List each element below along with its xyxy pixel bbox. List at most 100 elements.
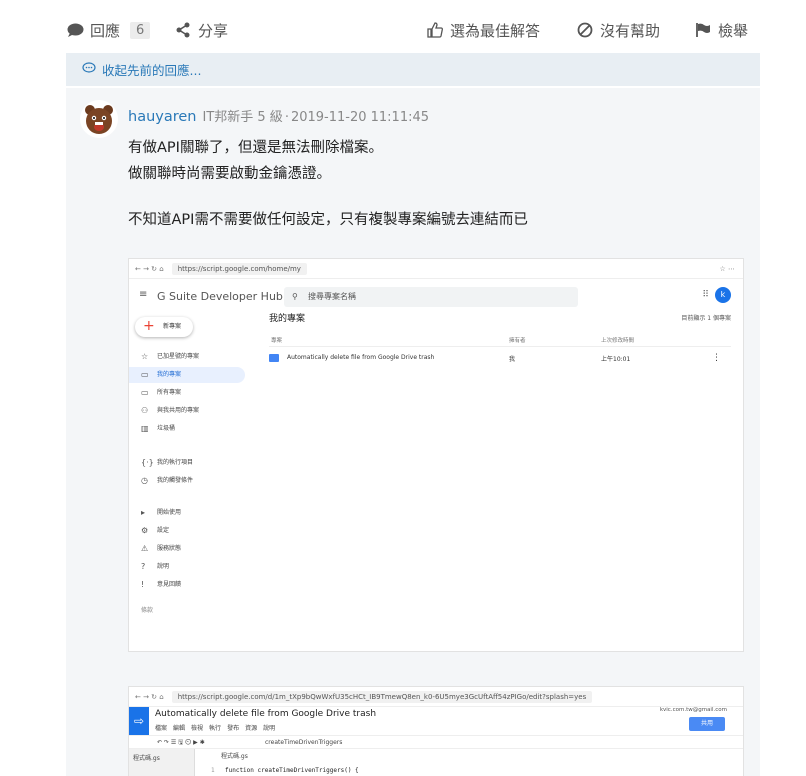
script-file-icon [269,354,279,362]
nav-label: 意見回饋 [157,581,182,588]
browser-nav-icons: ← → ↻ ⌂ [135,264,164,273]
share-button[interactable]: 分享 [174,20,228,41]
reply-button[interactable]: 回應 6 [66,20,151,41]
share-label: 分享 [198,21,229,40]
nav-label: 說明 [157,563,170,570]
nav-label: 設定 [157,527,170,534]
nav-item: ⚠ 服務狀態 [129,541,245,557]
not-helpful-button[interactable]: 沒有幫助 [576,20,660,41]
collapse-previous-replies-link[interactable]: 收起先前的回應... [66,53,760,86]
reply-text-line: 有做API關聯了，但還是無法刪除檔案。 [128,140,383,156]
search-placeholder: 搜尋專案名稱 [308,292,356,301]
more-vert-icon: ⋮ [712,353,721,363]
column-header: 上次修改時間 [601,338,635,344]
screenshot-apps-script-dashboard: ← → ↻ ⌂ https://script.google.com/home/m… [128,258,744,652]
menu-item: 說明 [263,725,276,732]
editor-toolbar: ↶ ↷ ☰ 🖫 ⏲ ▶ ✱ createTimeDrivenTriggers [129,735,743,749]
editor-project-title: Automatically delete file from Google Dr… [155,709,377,719]
clock-icon: ◷ [141,476,148,485]
nav-item: ▸ 開始使用 [129,505,245,521]
nav-item: ? 說明 [129,559,245,575]
apps-grid-icon: ⠿ [702,290,709,300]
username-link[interactable]: hauyaren [128,109,197,125]
column-header: 專案 [271,338,283,344]
browser-menu-icons: ☆ ⋯ [719,264,735,273]
account-email: kvic.com.tw@gmail.com [659,707,727,713]
nav-label: 我的觸發條件 [157,477,194,484]
footer-terms: 條款 [141,607,154,614]
nav-item: ☆ 已加星號的專案 [129,349,245,365]
code-line: function createTimeDrivenTriggers() { [225,767,359,774]
search-icon: ⚲ [292,292,298,301]
browser-toolbar: ← → ↻ ⌂ https://script.google.com/home/m… [129,259,743,279]
nav-item: ⚇ 與我共用的專案 [129,403,245,419]
nav-item-active: ▭ 我的專案 [129,367,245,383]
nav-label: 我的專案 [157,371,182,378]
reply-text-line: 不知道API需不需要做任何設定，只有複製專案編號去連結而已 [128,212,528,228]
speech-bubble-icon [82,62,96,77]
editor-menu-bar: 檔案 編輯 檢視 執行 發布 資源 說明 [155,723,275,732]
table-header: 專案 擁有者 上次修改時間 [269,333,731,347]
nav-label: 已加星號的專案 [157,353,200,360]
main-title: 我的專案 [269,314,306,324]
answer-action-bar: 回應 6 分享 選為最佳解答 沒有幫助 檢舉 [66,16,760,44]
new-project-label: 新專案 [163,323,182,330]
not-helpful-label: 沒有幫助 [600,21,661,40]
feedback-icon: ! [141,580,145,589]
nav-item: {·} 我的執行項目 [129,455,245,471]
nav-item: ◷ 我的觸發條件 [129,473,245,489]
menu-item: 資源 [245,725,258,732]
reply-text-line: 做關聯時尚需要啟動金鑰憑證。 [128,166,331,182]
best-answer-button[interactable]: 選為最佳解答 [426,20,540,41]
project-search-box: ⚲ 搜尋專案名稱 [284,287,578,307]
plus-icon: + [143,318,155,334]
new-project-button: + 新專案 [135,317,193,337]
editor-share-button: 共用 [689,717,725,731]
nav-item: ⚙ 設定 [129,523,245,539]
nav-item: ▥ 垃圾桶 [129,421,245,437]
report-button[interactable]: 檢舉 [694,20,748,41]
browser-toolbar: ← → ↻ ⌂ https://script.google.com/d/1m_t… [129,687,743,707]
project-count-note: 目前顯示 1 個專案 [681,315,731,322]
project-name: Automatically delete file from Google Dr… [287,354,435,361]
screenshot-script-editor: ← → ↻ ⌂ https://script.google.com/d/1m_t… [128,686,744,776]
executions-icon: {·} [141,458,154,467]
reply-meta: hauyaren IT邦新手 5 級 ‧ 2019-11-20 11:11:45 [128,106,429,125]
address-bar: https://script.google.com/home/my [171,262,307,275]
hamburger-icon: ≡ [139,289,148,300]
project-owner: 我 [509,356,516,363]
nav-label: 我的執行項目 [157,459,194,466]
browser-nav-icons: ← → ↻ ⌂ [135,692,164,701]
account-avatar: k [715,287,731,303]
best-answer-label: 選為最佳解答 [450,21,541,40]
editor-tab: 程式碼.gs [221,753,248,760]
folder-icon: ▭ [141,388,149,397]
nav-label: 與我共用的專案 [157,407,200,414]
thumbs-up-icon [426,21,444,39]
folder-icon: ▭ [141,370,149,379]
apps-script-logo-icon: ⇨ [129,707,149,735]
nav-label: 服務狀態 [157,545,182,552]
timestamp: 2019-11-20 11:11:45 [290,110,430,125]
project-modified: 上午10:01 [601,356,631,363]
collapse-label: 收起先前的回應... [102,63,202,78]
nav-label: 垃圾桶 [157,425,176,432]
app-title: G Suite Developer Hub [157,289,283,303]
address-bar: https://script.google.com/d/1m_tXp9bQwWx… [171,690,593,703]
gear-icon: ⚙ [141,526,149,535]
menu-item: 檢視 [191,725,204,732]
meta-separator: ‧ [284,110,289,125]
menu-item: 檔案 [155,725,168,732]
file-item: 程式碼.gs [133,755,160,762]
trash-icon: ▥ [141,424,149,433]
flag-icon [694,21,712,39]
nav-label: 開始使用 [157,509,182,516]
menu-item: 編輯 [173,725,186,732]
nav-label: 所有專案 [157,389,182,396]
function-select: createTimeDrivenTriggers [265,739,343,746]
comment-icon [66,21,84,39]
shared-icon: ⚇ [141,406,149,415]
reply-count-badge: 6 [130,21,151,39]
share-icon [174,21,192,39]
avatar[interactable] [80,100,118,138]
